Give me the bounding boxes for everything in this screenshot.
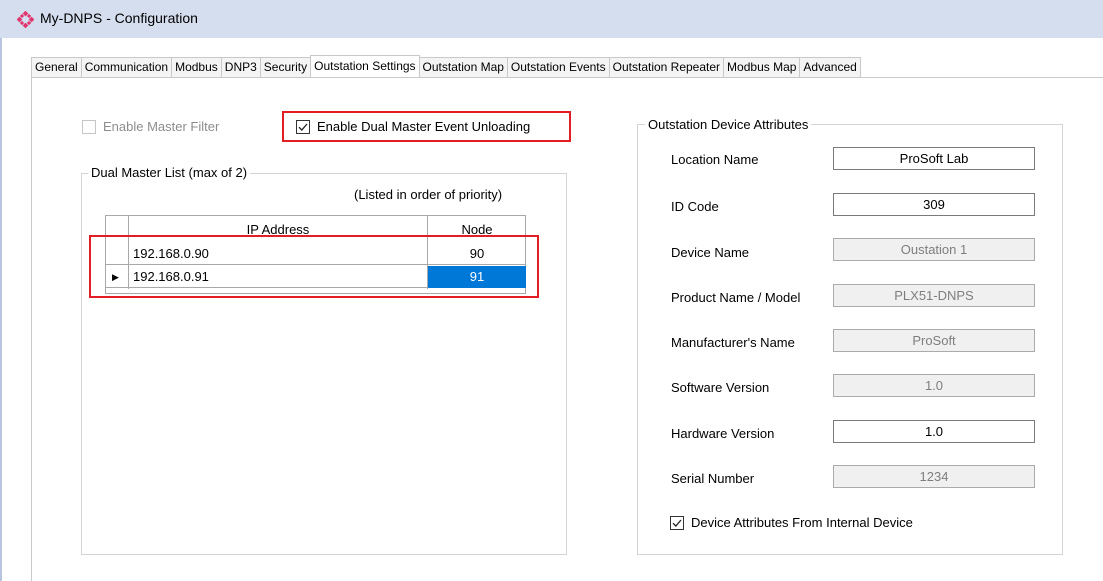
ip-address-column-header[interactable]: IP Address (129, 216, 427, 234)
tab-security[interactable]: Security (259, 57, 311, 78)
tab-outstation-events[interactable]: Outstation Events (506, 57, 609, 78)
enable-master-filter-checkbox[interactable]: Enable Master Filter (82, 119, 219, 134)
serial-number-field: 1234 (833, 465, 1035, 488)
app-logo-icon (17, 11, 34, 28)
node-column-header[interactable]: Node (428, 216, 526, 234)
enable-master-filter-label: Enable Master Filter (103, 119, 220, 134)
internal-device-label: Device Attributes From Internal Device (691, 515, 913, 530)
checkmark-icon (296, 119, 310, 134)
manufacturer-name-field: ProSoft (833, 329, 1035, 352)
device-attributes-group-title: Outstation Device Attributes (645, 117, 812, 132)
tab-outstation-settings[interactable]: Outstation Settings (310, 55, 420, 79)
title-bar: My-DNPS - Configuration (0, 0, 1103, 38)
location-name-field[interactable]: ProSoft Lab (833, 147, 1035, 170)
manufacturer-name-label: Manufacturer's Name (671, 335, 795, 350)
window-title: My-DNPS - Configuration (40, 10, 198, 26)
enable-dual-master-label: Enable Dual Master Event Unloading (317, 119, 531, 134)
window-border (0, 38, 2, 581)
dual-master-group-title: Dual Master List (max of 2) (88, 165, 251, 180)
tab-advanced[interactable]: Advanced (799, 57, 861, 78)
id-code-field[interactable]: 309 (833, 193, 1035, 216)
product-name-label: Product Name / Model (671, 290, 801, 305)
location-name-label: Location Name (671, 152, 759, 167)
tab-general[interactable]: General (31, 57, 81, 78)
id-code-label: ID Code (671, 199, 719, 214)
software-version-field: 1.0 (833, 374, 1035, 397)
tab-outstation-map[interactable]: Outstation Map (419, 57, 507, 78)
tab-strip: General Communication Modbus DNP3 Securi… (31, 55, 861, 79)
checkmark-icon (670, 515, 684, 530)
tab-modbus-map[interactable]: Modbus Map (723, 57, 800, 78)
enable-dual-master-checkbox[interactable]: Enable Dual Master Event Unloading (296, 119, 530, 134)
checkbox-box (82, 119, 96, 134)
tab-modbus[interactable]: Modbus (171, 57, 221, 78)
highlight-dual-master-rows (89, 235, 539, 298)
tab-dnp3[interactable]: DNP3 (220, 57, 260, 78)
internal-device-checkbox[interactable]: Device Attributes From Internal Device (670, 515, 913, 530)
device-name-label: Device Name (671, 245, 750, 260)
tab-communication[interactable]: Communication (80, 57, 172, 78)
software-version-label: Software Version (671, 380, 770, 395)
tab-outstation-repeater[interactable]: Outstation Repeater (608, 57, 724, 78)
hardware-version-field[interactable]: 1.0 (833, 420, 1035, 443)
device-name-field: Oustation 1 (833, 238, 1035, 261)
priority-note: (Listed in order of priority) (354, 187, 503, 202)
hardware-version-label: Hardware Version (671, 426, 775, 441)
serial-number-label: Serial Number (671, 471, 755, 486)
product-name-field: PLX51-DNPS (833, 284, 1035, 307)
